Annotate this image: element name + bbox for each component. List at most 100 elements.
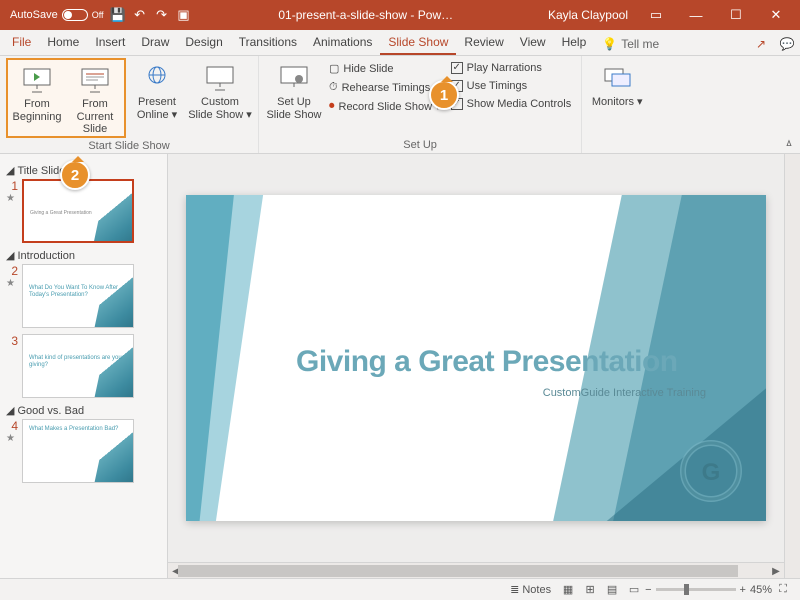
slide-title[interactable]: Giving a Great Presentation xyxy=(296,345,678,379)
section-goodbad[interactable]: ◢Good vs. Bad xyxy=(6,404,165,417)
callout-2: 2 xyxy=(60,160,90,190)
reading-view-icon[interactable]: ▤ xyxy=(601,581,623,599)
zoom-in-icon[interactable]: + xyxy=(740,584,746,596)
notes-icon: ≣ xyxy=(510,583,519,596)
ribbon-options-icon[interactable]: ▭ xyxy=(636,0,676,30)
vertical-scrollbar[interactable] xyxy=(784,154,800,578)
tab-view[interactable]: View xyxy=(512,31,554,55)
collapse-ribbon-icon[interactable]: ㅿ xyxy=(784,135,794,151)
zoom-slider[interactable] xyxy=(656,588,736,591)
hide-slide-button[interactable]: ▢Hide Slide xyxy=(325,60,445,77)
use-timings-label: Use Timings xyxy=(467,80,528,92)
record-icon: ⏺ xyxy=(329,100,335,113)
monitors-button[interactable]: Monitors ▾ xyxy=(588,58,646,134)
zoom-level[interactable]: 45% xyxy=(750,584,772,596)
animation-star-icon: ★ xyxy=(6,278,18,289)
ribbon-tabs: File Home Insert Draw Design Transitions… xyxy=(0,30,800,56)
tell-me-label: Tell me xyxy=(621,37,659,51)
thumbnail-3[interactable]: What kind of presentations are you givin… xyxy=(22,334,134,398)
present-online-button[interactable]: Present Online ▾ xyxy=(128,58,186,134)
autosave-toggle[interactable]: AutoSave Off xyxy=(10,9,104,21)
setup-slideshow-label: Set Up Slide Show xyxy=(265,96,323,121)
scroll-right-icon[interactable]: ▶ xyxy=(768,563,784,579)
use-timings-check[interactable]: ✓Use Timings xyxy=(447,78,576,94)
from-current-label: From Current Slide xyxy=(66,98,124,136)
slide-subtitle[interactable]: CustomGuide Interactive Training xyxy=(543,387,706,399)
thumb-row-3[interactable]: 3 What kind of presentations are you giv… xyxy=(6,334,165,398)
callout-1: 1 xyxy=(429,80,459,110)
group-setup: Set Up Slide Show ▢Hide Slide ⏱Rehearse … xyxy=(259,56,582,153)
custom-slideshow-icon xyxy=(204,62,236,94)
thumbnail-2[interactable]: What Do You Want To Know After Today's P… xyxy=(22,264,134,328)
tab-slideshow[interactable]: Slide Show xyxy=(380,31,456,55)
horizontal-scrollbar[interactable]: ◀ ▶ xyxy=(168,562,784,578)
start-from-beginning-icon[interactable]: ▣ xyxy=(176,7,192,23)
undo-icon[interactable]: ↶ xyxy=(132,7,148,23)
share-icon[interactable]: ↗ xyxy=(748,33,774,55)
rehearse-timings-button[interactable]: ⏱Rehearse Timings xyxy=(325,79,445,96)
maximize-icon[interactable]: ☐ xyxy=(716,0,756,30)
tab-home[interactable]: Home xyxy=(39,31,87,55)
slide-thumbnails[interactable]: ◢Title Slide 1★ Giving a Great Presentat… xyxy=(0,154,168,578)
tab-design[interactable]: Design xyxy=(177,31,230,55)
slide[interactable]: Giving a Great Presentation CustomGuide … xyxy=(186,195,766,521)
slide-number: 3 xyxy=(6,334,18,348)
slide-canvas[interactable]: Giving a Great Presentation CustomGuide … xyxy=(168,154,784,562)
from-beginning-label: From Beginning xyxy=(8,98,66,123)
group-monitors-label xyxy=(588,137,646,153)
tab-file[interactable]: File xyxy=(4,31,39,55)
canvas-wrap: Giving a Great Presentation CustomGuide … xyxy=(168,154,784,578)
document-title: 01-present-a-slide-show - Pow… xyxy=(192,8,540,22)
normal-view-icon[interactable]: ▦ xyxy=(557,581,579,599)
setup-slideshow-button[interactable]: Set Up Slide Show xyxy=(265,58,323,134)
thumb-row-4[interactable]: 4★ What Makes a Presentation Bad? xyxy=(6,419,165,483)
record-label: Record Slide Show ▾ xyxy=(339,100,441,113)
comments-icon[interactable]: 💬 xyxy=(774,33,800,55)
rehearse-icon: ⏱ xyxy=(329,81,338,94)
monitors-icon xyxy=(601,62,633,94)
custom-slideshow-button[interactable]: Custom Slide Show ▾ xyxy=(188,58,252,134)
group-start-slideshow: From Beginning From Current Slide Presen… xyxy=(0,56,259,153)
tab-review[interactable]: Review xyxy=(456,31,511,55)
status-bar: ≣Notes ▦ ⊞ ▤ ▭ − + 45% ⛶ xyxy=(0,578,800,600)
tab-transitions[interactable]: Transitions xyxy=(231,31,305,55)
from-beginning-button[interactable]: From Beginning xyxy=(8,60,66,136)
section-label: Good vs. Bad xyxy=(17,405,84,417)
tab-help[interactable]: Help xyxy=(554,31,595,55)
scroll-thumb[interactable] xyxy=(178,565,738,577)
from-current-button[interactable]: From Current Slide xyxy=(66,60,124,136)
redo-icon[interactable]: ↷ xyxy=(154,7,170,23)
lightbulb-icon: 💡 xyxy=(602,37,617,51)
tell-me-search[interactable]: 💡 Tell me xyxy=(594,33,667,55)
save-icon[interactable]: 💾 xyxy=(110,7,126,23)
from-beginning-icon xyxy=(21,64,53,96)
hide-slide-label: Hide Slide xyxy=(343,63,393,75)
record-slideshow-button[interactable]: ⏺ Record Slide Show ▾ xyxy=(325,98,445,115)
sorter-view-icon[interactable]: ⊞ xyxy=(579,581,601,599)
minimize-icon[interactable]: — xyxy=(676,0,716,30)
show-media-check[interactable]: ✓Show Media Controls xyxy=(447,96,576,112)
group-monitors: Monitors ▾ xyxy=(582,56,652,153)
thumbnail-4[interactable]: What Makes a Presentation Bad? xyxy=(22,419,134,483)
thumb-row-1[interactable]: 1★ Giving a Great Presentation xyxy=(6,179,165,243)
title-bar: AutoSave Off 💾 ↶ ↷ ▣ 01-present-a-slide-… xyxy=(0,0,800,30)
slide-number: 4 xyxy=(6,419,18,433)
user-name[interactable]: Kayla Claypool xyxy=(540,8,636,22)
tab-animations[interactable]: Animations xyxy=(305,31,380,55)
close-icon[interactable]: ✕ xyxy=(756,0,796,30)
autosave-label: AutoSave xyxy=(10,9,58,21)
section-intro[interactable]: ◢Introduction xyxy=(6,249,165,262)
play-narrations-label: Play Narrations xyxy=(467,62,542,74)
zoom-out-icon[interactable]: − xyxy=(645,584,651,596)
zoom-control[interactable]: − + 45% xyxy=(645,584,772,596)
thumb-row-2[interactable]: 2★ What Do You Want To Know After Today'… xyxy=(6,264,165,328)
fit-to-window-icon[interactable]: ⛶ xyxy=(772,581,794,599)
tab-draw[interactable]: Draw xyxy=(133,31,177,55)
svg-text:G: G xyxy=(702,459,721,486)
collapse-icon: ◢ xyxy=(6,164,14,177)
tab-insert[interactable]: Insert xyxy=(87,31,133,55)
play-narrations-check[interactable]: ✓Play Narrations xyxy=(447,60,576,76)
slideshow-view-icon[interactable]: ▭ xyxy=(623,581,645,599)
notes-button[interactable]: ≣Notes xyxy=(504,581,557,598)
section-label: Title Slide xyxy=(17,165,65,177)
